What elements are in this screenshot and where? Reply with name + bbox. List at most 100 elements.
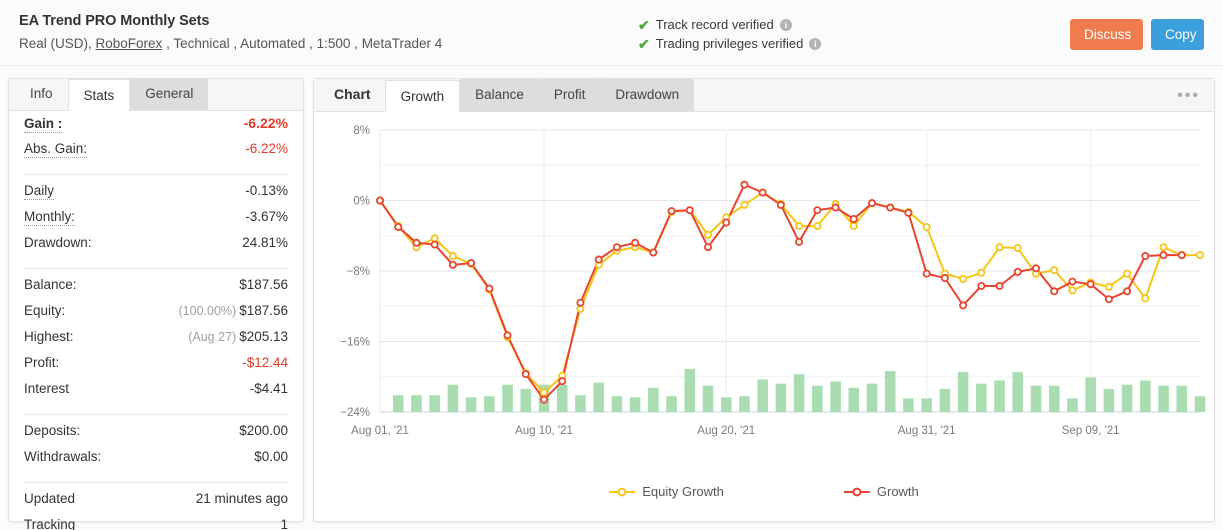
series-point-equity-growth[interactable] xyxy=(1159,243,1168,252)
series-point-growth[interactable] xyxy=(394,222,403,231)
series-point-growth[interactable] xyxy=(521,370,530,379)
activity-bar xyxy=(611,396,623,412)
account-meta: Real (USD), RoboForex , Technical , Auto… xyxy=(19,36,442,51)
series-point-growth[interactable] xyxy=(1086,280,1095,289)
legend-item-growth[interactable]: Growth xyxy=(843,484,919,499)
series-point-growth[interactable] xyxy=(1123,287,1132,296)
stats-row-value: $205.13 xyxy=(239,329,288,344)
series-point-equity-growth[interactable] xyxy=(922,222,931,231)
series-point-growth[interactable] xyxy=(576,298,585,307)
series-point-growth[interactable] xyxy=(631,238,640,247)
stats-row-value: -0.13% xyxy=(245,183,288,198)
tab-general[interactable]: General xyxy=(130,78,209,110)
series-point-equity-growth[interactable] xyxy=(1123,269,1132,278)
activity-bar xyxy=(866,383,878,412)
stats-row-label[interactable]: Abs. Gain: xyxy=(24,141,88,158)
series-point-equity-growth[interactable] xyxy=(1050,266,1059,275)
y-axis-tick-label: 0% xyxy=(353,196,370,208)
series-point-growth[interactable] xyxy=(1050,287,1059,296)
series-point-growth[interactable] xyxy=(1032,264,1041,273)
series-point-growth[interactable] xyxy=(922,269,931,278)
stats-row-label: Equity: xyxy=(24,303,66,318)
activity-bar xyxy=(1067,398,1078,412)
tab-stats[interactable]: Stats xyxy=(67,79,131,111)
series-point-growth[interactable] xyxy=(831,203,840,212)
series-point-growth[interactable] xyxy=(412,238,421,247)
activity-bar xyxy=(392,395,404,412)
series-point-equity-growth[interactable] xyxy=(1104,282,1113,291)
series-point-growth[interactable] xyxy=(1141,252,1150,261)
series-point-growth[interactable] xyxy=(995,281,1004,290)
series-point-growth[interactable] xyxy=(868,199,877,208)
series-point-growth[interactable] xyxy=(448,260,457,269)
info-icon[interactable]: i xyxy=(779,18,792,31)
series-point-equity-growth[interactable] xyxy=(995,243,1004,252)
series-point-equity-growth[interactable] xyxy=(849,222,858,231)
stats-row-label[interactable]: Gain : xyxy=(24,116,63,133)
series-point-growth[interactable] xyxy=(430,240,439,249)
series-point-equity-growth[interactable] xyxy=(795,222,804,231)
series-point-growth[interactable] xyxy=(1068,277,1077,286)
series-point-growth[interactable] xyxy=(776,200,785,209)
series-point-growth[interactable] xyxy=(467,259,476,268)
tab-drawdown[interactable]: Drawdown xyxy=(600,79,695,111)
tab-growth[interactable]: Growth xyxy=(384,80,461,112)
series-point-equity-growth[interactable] xyxy=(1196,251,1205,260)
series-point-growth[interactable] xyxy=(1159,251,1168,260)
chart-options-icon[interactable]: ••• xyxy=(1173,87,1204,105)
series-point-growth[interactable] xyxy=(558,377,567,386)
series-point-growth[interactable] xyxy=(940,274,949,283)
info-icon[interactable]: i xyxy=(809,37,822,50)
series-point-growth[interactable] xyxy=(485,284,494,293)
series-point-growth[interactable] xyxy=(376,196,385,205)
stats-row-value-wrap: $0.00 xyxy=(254,449,288,464)
tab-profit[interactable]: Profit xyxy=(538,79,601,111)
series-point-growth[interactable] xyxy=(612,243,621,252)
broker-link[interactable]: RoboForex xyxy=(96,36,163,51)
tab-balance[interactable]: Balance xyxy=(460,79,539,111)
stats-row-label[interactable]: Monthly: xyxy=(24,209,76,226)
series-point-equity-growth[interactable] xyxy=(1141,294,1150,303)
series-point-equity-growth[interactable] xyxy=(740,200,749,209)
copy-button[interactable]: Copy xyxy=(1151,19,1204,50)
activity-bar xyxy=(629,397,641,412)
series-point-growth[interactable] xyxy=(649,248,658,257)
series-point-growth[interactable] xyxy=(722,218,731,227)
series-point-growth[interactable] xyxy=(813,206,822,215)
stats-row: Interest -$4.41 xyxy=(24,381,288,407)
series-point-growth[interactable] xyxy=(503,331,512,340)
series-point-growth[interactable] xyxy=(1013,267,1022,276)
series-point-growth[interactable] xyxy=(849,215,858,224)
series-point-growth[interactable] xyxy=(594,255,603,264)
series-point-growth[interactable] xyxy=(758,188,767,197)
tab-info[interactable]: Info xyxy=(15,78,68,110)
series-point-growth[interactable] xyxy=(685,206,694,215)
series-point-growth[interactable] xyxy=(886,203,895,212)
stats-divider xyxy=(24,414,288,415)
series-point-growth[interactable] xyxy=(740,180,749,189)
series-point-growth[interactable] xyxy=(703,243,712,252)
series-point-equity-growth[interactable] xyxy=(703,230,712,239)
series-point-equity-growth[interactable] xyxy=(539,388,548,397)
series-point-growth[interactable] xyxy=(795,237,804,246)
series-point-growth[interactable] xyxy=(667,207,676,216)
series-point-growth[interactable] xyxy=(1104,295,1113,304)
series-point-growth[interactable] xyxy=(959,301,968,310)
series-point-equity-growth[interactable] xyxy=(1013,244,1022,253)
series-point-growth[interactable] xyxy=(904,208,913,217)
series-point-equity-growth[interactable] xyxy=(448,252,457,261)
stats-row-label[interactable]: Daily xyxy=(24,183,55,200)
series-point-equity-growth[interactable] xyxy=(977,268,986,277)
series-point-equity-growth[interactable] xyxy=(1068,286,1077,295)
stats-row-label: Highest: xyxy=(24,329,74,344)
series-point-equity-growth[interactable] xyxy=(959,274,968,283)
discuss-button[interactable]: Discuss xyxy=(1070,19,1143,50)
stats-row-value: -$12.44 xyxy=(242,355,288,370)
stats-row-label: Drawdown: xyxy=(24,235,92,250)
series-point-equity-growth[interactable] xyxy=(813,222,822,231)
series-point-growth[interactable] xyxy=(977,281,986,290)
series-point-growth[interactable] xyxy=(539,395,548,404)
activity-bar xyxy=(1194,396,1206,412)
legend-item-equity-growth[interactable]: Equity Growth xyxy=(609,484,724,499)
series-point-growth[interactable] xyxy=(1177,251,1186,260)
